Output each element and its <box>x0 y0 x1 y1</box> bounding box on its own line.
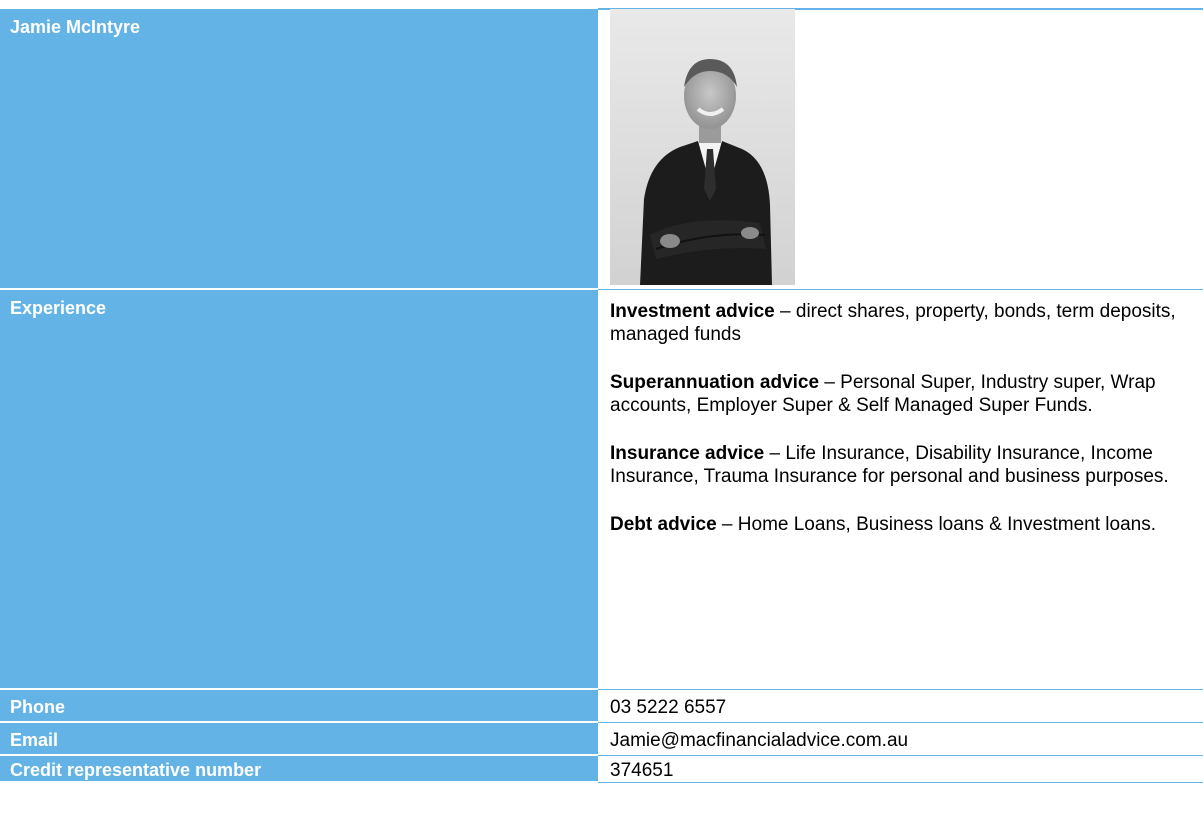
credit-value: 374651 <box>610 759 674 781</box>
profile-table: Jamie McIntyre Experience Investment adv… <box>0 9 1203 783</box>
email-value-cell: Jamie@macfinancialadvice.com.au <box>598 721 1203 756</box>
experience-cell: Investment advice – direct shares, prope… <box>598 288 1203 690</box>
email-link[interactable]: Jamie@macfinancialadvice.com.au <box>610 730 908 751</box>
phone-row: Phone 03 5222 6557 <box>0 688 1203 723</box>
experience-item-title: Superannuation advice <box>610 371 820 393</box>
phone-label: Phone <box>10 697 66 717</box>
experience-label-cell: Experience <box>0 289 598 690</box>
experience-item: Investment advice – direct shares, prope… <box>610 300 1203 346</box>
experience-item-text: – Home Loans, Business loans & Investmen… <box>716 513 1157 535</box>
profile-name: Jamie McIntyre <box>10 17 141 37</box>
phone-value-cell: 03 5222 6557 <box>598 688 1203 723</box>
name-label: Jamie McIntyre <box>0 9 598 290</box>
experience-item-title: Insurance advice <box>610 442 765 464</box>
experience-item: Debt advice – Home Loans, Business loans… <box>610 513 1203 536</box>
name-row: Jamie McIntyre <box>0 9 1203 290</box>
experience-item-title: Investment advice <box>610 300 775 322</box>
email-label: Email <box>10 730 59 750</box>
experience-label: Experience <box>10 298 107 318</box>
credit-label: Credit representative number <box>10 760 262 780</box>
portrait-photo <box>610 9 795 285</box>
email-row: Email Jamie@macfinancialadvice.com.au <box>0 721 1203 756</box>
phone-label-cell: Phone <box>0 689 598 723</box>
email-label-cell: Email <box>0 722 598 756</box>
experience-item: Superannuation advice – Personal Super, … <box>610 371 1203 417</box>
credit-label-cell: Credit representative number <box>0 755 598 783</box>
credit-row: Credit representative number 374651 <box>0 754 1203 783</box>
experience-row: Experience Investment advice – direct sh… <box>0 288 1203 690</box>
credit-value-cell: 374651 <box>598 754 1203 783</box>
photo-cell <box>598 9 1203 290</box>
experience-item: Insurance advice – Life Insurance, Disab… <box>610 442 1203 488</box>
experience-item-title: Debt advice <box>610 513 717 535</box>
phone-value[interactable]: 03 5222 6557 <box>610 697 726 718</box>
